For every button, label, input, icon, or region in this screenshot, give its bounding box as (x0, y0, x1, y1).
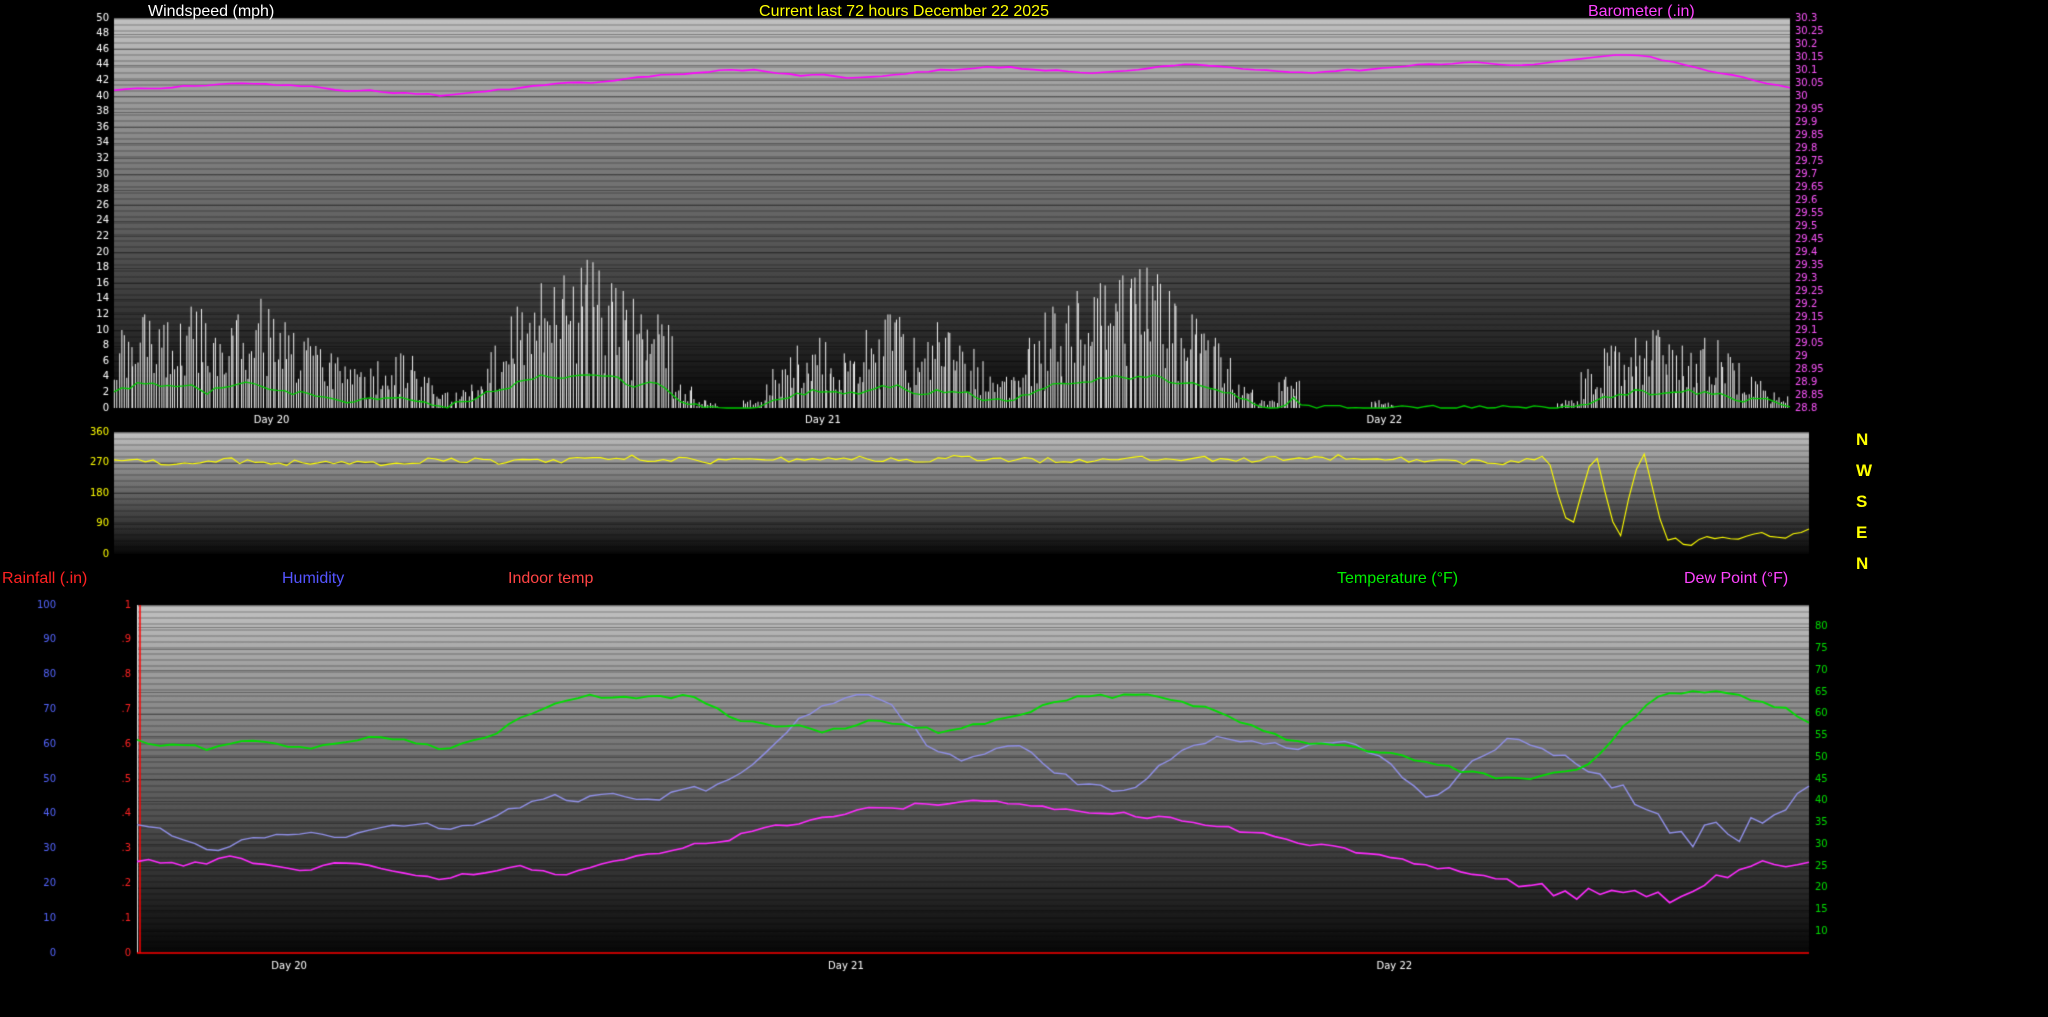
compass-letter-s: S (1856, 486, 1873, 517)
temperature-axis-title: Temperature (°F) (1337, 570, 1458, 588)
compass-letter-n-top: N (1856, 424, 1873, 455)
main-chart-title: Current last 72 hours December 22 2025 (759, 3, 1049, 21)
compass-letter-w: W (1856, 455, 1873, 486)
indoor-temp-axis-title: Indoor temp (508, 570, 593, 588)
compass-letter-n-bottom: N (1856, 548, 1873, 579)
windspeed-axis-title: Windspeed (mph) (148, 3, 274, 21)
barometer-axis-title: Barometer (.in) (1588, 3, 1695, 21)
weather-dashboard: Windspeed (mph) Current last 72 hours De… (0, 0, 2048, 1017)
wind-direction-compass-labels: N W S E N (1856, 424, 1873, 579)
dew-point-axis-title: Dew Point (°F) (1684, 570, 1788, 588)
compass-letter-e: E (1856, 517, 1873, 548)
rainfall-axis-title: Rainfall (.in) (2, 570, 87, 588)
weather-charts-canvas (0, 0, 2048, 1017)
humidity-axis-title: Humidity (282, 570, 344, 588)
